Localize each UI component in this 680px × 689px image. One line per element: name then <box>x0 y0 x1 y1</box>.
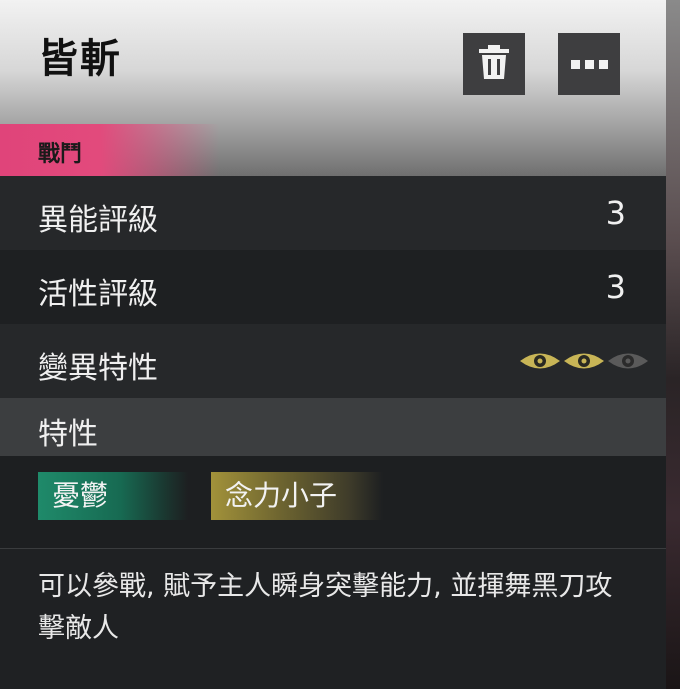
traits-section-label: 特性 <box>38 417 98 452</box>
mutation-row: 變異特性 <box>0 324 666 398</box>
mutation-label: 變異特性 <box>38 351 158 386</box>
more-icon <box>570 59 608 69</box>
stat-value: 3 <box>605 268 626 306</box>
stat-row-ability-rank: 異能評級 3 <box>0 176 666 250</box>
category-banner <box>0 124 220 176</box>
category-label: 戰鬥 <box>38 142 83 167</box>
trait-label: 念力小子 <box>225 479 338 512</box>
ability-card: 皆斬 戰鬥 異能評級 3 活性評級 3 變異特性 特性 憂鬱 念力小子 可以參戰… <box>0 0 666 689</box>
traits-section-header: 特性 <box>0 398 666 456</box>
stat-label: 異能評級 <box>38 203 158 238</box>
mutation-eye-rating <box>518 350 650 372</box>
trait-label: 憂鬱 <box>52 479 109 512</box>
trash-icon <box>477 44 511 84</box>
eye-icon <box>564 353 604 369</box>
more-button[interactable] <box>558 33 620 95</box>
trait-tag[interactable]: 憂鬱 <box>38 472 188 520</box>
divider <box>0 548 666 549</box>
card-title: 皆斬 <box>38 36 122 82</box>
eye-icon <box>520 353 560 369</box>
trait-tag[interactable]: 念力小子 <box>211 472 383 520</box>
stat-value: 3 <box>605 194 626 232</box>
stat-row-activity-rank: 活性評級 3 <box>0 250 666 324</box>
delete-button[interactable] <box>463 33 525 95</box>
stat-label: 活性評級 <box>38 277 158 312</box>
card-description: 可以參戰, 賦予主人瞬身突擊能力, 並揮舞黑刀攻擊敵人 <box>38 571 613 644</box>
eye-icon-inactive <box>608 353 648 369</box>
